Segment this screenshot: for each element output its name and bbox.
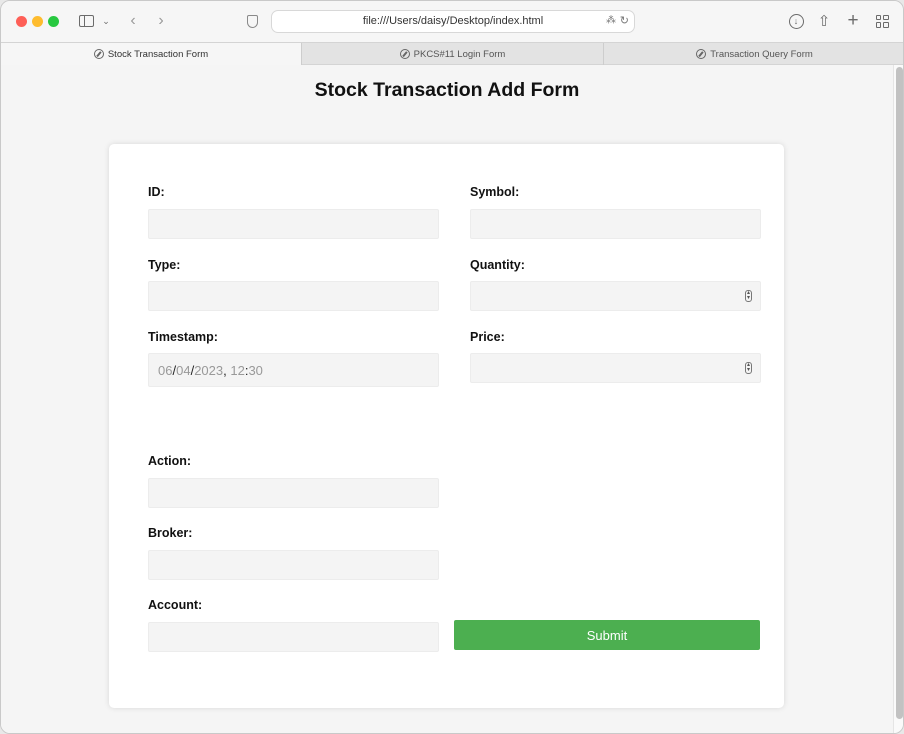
tab-bar: Stock Transaction Form PKCS#11 Login For…	[1, 42, 903, 65]
account-field[interactable]	[148, 622, 439, 652]
minimize-window-button[interactable]	[32, 16, 43, 27]
shield-icon[interactable]	[245, 11, 259, 31]
tab-stock-transaction-form[interactable]: Stock Transaction Form	[1, 43, 301, 65]
zoom-window-button[interactable]	[48, 16, 59, 27]
new-tab-icon[interactable]: +	[845, 10, 861, 31]
timestamp-field[interactable]: 06/04/2023, 12:30	[148, 353, 439, 387]
compass-icon	[696, 49, 707, 59]
symbol-label: Symbol:	[470, 185, 520, 199]
tab-overview-icon[interactable]	[874, 11, 890, 31]
url-text[interactable]: file:///Users/daisy/Desktop/index.html	[272, 15, 634, 27]
form-card: ID: Symbol: Type: Quantity: ▴ ▾ Timestamp…	[109, 144, 784, 708]
back-icon[interactable]: ‹	[125, 11, 141, 31]
download-icon[interactable]: ↓	[787, 11, 805, 31]
page-title: Stock Transaction Add Form	[314, 79, 580, 101]
page-content: Stock Transaction Add Form ID: Symbol: T…	[1, 65, 893, 733]
scrollbar-thumb[interactable]	[896, 67, 903, 719]
tab-pkcs11-login-form[interactable]: PKCS#11 Login Form	[301, 43, 603, 65]
reload-icon[interactable]: ↻	[620, 14, 629, 27]
stepper-arrows-icon[interactable]: ▴ ▾	[745, 362, 752, 374]
quantity-label: Quantity:	[470, 258, 525, 272]
chevron-down-icon[interactable]: ⌄	[100, 11, 112, 31]
close-window-button[interactable]	[16, 16, 27, 27]
account-label: Account:	[148, 598, 203, 612]
sidebar-icon[interactable]	[77, 11, 95, 31]
forward-icon[interactable]: ›	[153, 11, 169, 31]
compass-icon	[93, 49, 104, 59]
action-field[interactable]	[148, 478, 439, 508]
action-label: Action:	[148, 454, 192, 468]
id-label: ID:	[148, 185, 165, 199]
tab-label: Stock Transaction Form	[107, 48, 209, 60]
share-icon[interactable]: ⇧	[816, 11, 832, 31]
translate-icon[interactable]: ⁂	[606, 15, 616, 26]
title-bar: ⌄ ‹ › file:///Users/daisy/Desktop/index.…	[1, 1, 903, 42]
timestamp-minute[interactable]: 30	[248, 363, 262, 378]
symbol-field[interactable]	[470, 209, 761, 239]
datetime-separator: ,	[223, 362, 231, 378]
timestamp-label: Timestamp:	[148, 330, 218, 344]
timestamp-day[interactable]: 04	[176, 363, 190, 378]
price-stepper[interactable]: ▴ ▾	[470, 353, 761, 383]
stepper-arrows-icon[interactable]: ▴ ▾	[745, 290, 752, 302]
address-bar[interactable]: file:///Users/daisy/Desktop/index.html ⁂…	[271, 10, 635, 33]
timestamp-hour[interactable]: 12	[230, 363, 244, 378]
page-scrollbar[interactable]	[893, 65, 903, 733]
browser-window: ⌄ ‹ › file:///Users/daisy/Desktop/index.…	[0, 0, 904, 734]
type-field[interactable]	[148, 281, 439, 311]
compass-icon	[399, 49, 410, 59]
submit-button[interactable]: Submit	[454, 620, 760, 650]
type-label: Type:	[148, 258, 181, 272]
broker-label: Broker:	[148, 526, 193, 540]
id-field[interactable]	[148, 209, 439, 239]
timestamp-month[interactable]: 06	[158, 363, 172, 378]
tab-label: Transaction Query Form	[710, 48, 813, 60]
quantity-stepper[interactable]: ▴ ▾	[470, 281, 761, 311]
tab-label: PKCS#11 Login Form	[413, 48, 506, 60]
price-label: Price:	[470, 330, 505, 344]
broker-field[interactable]	[148, 550, 439, 580]
timestamp-year[interactable]: 2023	[194, 363, 223, 378]
tab-transaction-query-form[interactable]: Transaction Query Form	[603, 43, 903, 65]
